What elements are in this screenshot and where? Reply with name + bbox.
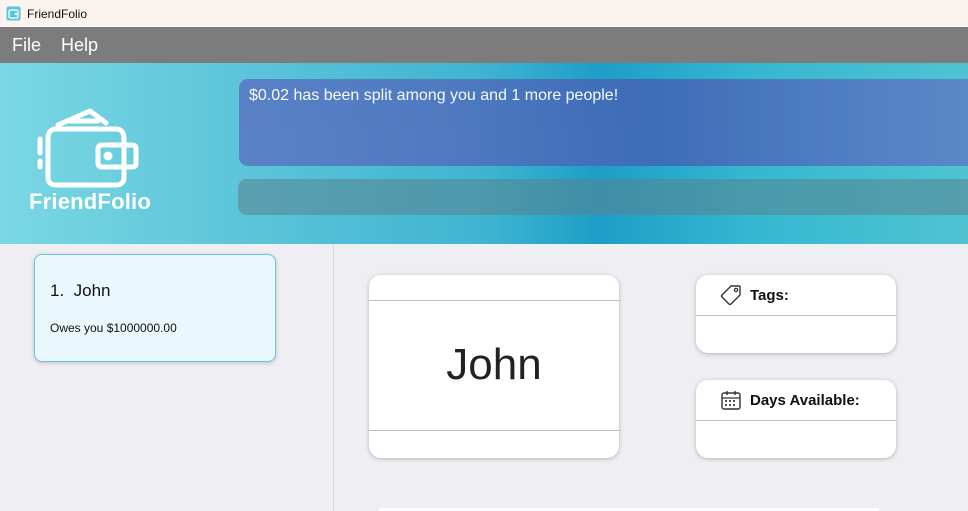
command-input[interactable] [238,179,968,215]
app-icon [6,6,21,21]
person-list-item[interactable]: 1. John Owes you $1000000.00 [34,254,276,362]
divider [696,315,896,316]
detail-name-card: John [369,275,619,458]
header-banner: FriendFolio $0.02 has been split among y… [0,63,968,244]
result-display: $0.02 has been split among you and 1 mor… [239,79,968,166]
menu-help[interactable]: Help [39,35,98,56]
divider [369,430,619,431]
detail-name: John [446,340,542,389]
tags-label: Tags: [750,286,789,304]
tags-card: Tags: [696,275,896,353]
days-available-card: Days Available: [696,380,896,458]
person-name-text: John [73,281,111,300]
person-detail-panel: John Tags: Days Available: [334,244,968,511]
calendar-icon [720,389,742,411]
divider [369,300,619,301]
person-list-panel: 1. John Owes you $1000000.00 [0,244,334,511]
window-title: FriendFolio [27,6,88,21]
menu-file[interactable]: File [0,35,41,56]
person-name: 1. John [50,281,111,301]
days-available-label: Days Available: [750,391,860,409]
divider [696,420,896,421]
logo-text: FriendFolio [29,189,151,214]
person-owes: Owes you $1000000.00 [50,321,177,335]
person-index: 1. [50,281,65,300]
tag-icon [720,284,742,306]
result-message: $0.02 has been split among you and 1 mor… [249,87,619,104]
menu-bar: File Help [0,27,968,63]
title-bar: FriendFolio [0,0,968,27]
